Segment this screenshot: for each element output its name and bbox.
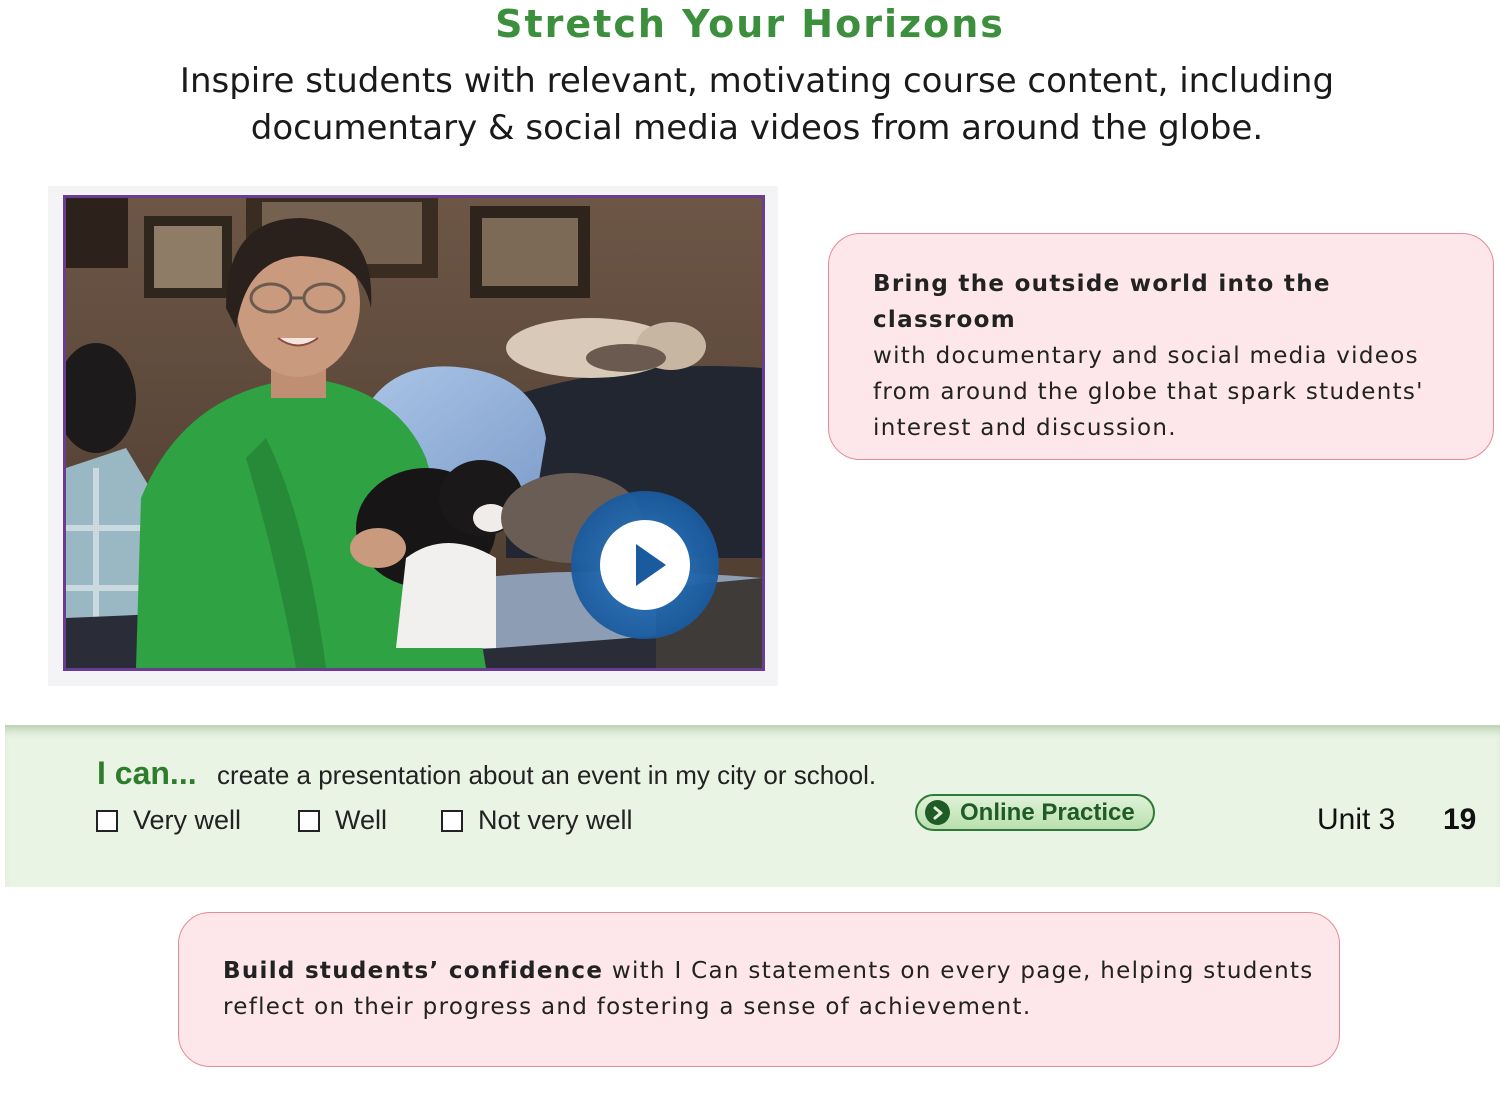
subtitle-line-1: Inspire students with relevant, motivati…	[179, 61, 1335, 101]
rating-not-very-well[interactable]: Not very well	[441, 805, 633, 836]
i-can-label: I can...	[97, 755, 197, 791]
i-can-heading: I can... create a presentation about an …	[97, 755, 876, 792]
rating-label: Well	[335, 805, 388, 835]
chevron-right-icon	[925, 800, 950, 825]
i-can-strip: I can... create a presentation about an …	[5, 725, 1500, 887]
rating-well[interactable]: Well	[298, 805, 387, 836]
callout-body: with documentary and social media videos…	[873, 343, 1424, 441]
unit-label: Unit 3	[1317, 803, 1396, 836]
online-practice-label: Online Practice	[960, 798, 1135, 826]
rating-label: Not very well	[478, 805, 633, 835]
play-button[interactable]	[570, 490, 720, 640]
video-thumbnail[interactable]	[48, 186, 778, 686]
play-icon	[571, 491, 719, 639]
checkbox-well[interactable]	[298, 809, 320, 832]
checkbox-not-very-well[interactable]	[441, 809, 463, 832]
page-title: Stretch Your Horizons	[495, 2, 1005, 46]
callout-heading: Bring the outside world into the classro…	[873, 271, 1331, 333]
online-practice-button[interactable]: Online Practice	[915, 794, 1155, 831]
page-subtitle: Inspire students with relevant, motivati…	[150, 58, 1364, 152]
i-can-statement: create a presentation about an event in …	[217, 760, 877, 790]
page-number: 19	[1443, 803, 1477, 836]
subtitle-line-2: documentary & social media videos from a…	[250, 108, 1264, 148]
callout-heading: Build students’ confidence	[223, 958, 604, 984]
video-feature-callout: Bring the outside world into the classro…	[828, 233, 1494, 460]
confidence-callout: Build students’ confidence with I Can st…	[178, 912, 1340, 1067]
rating-very-well[interactable]: Very well	[96, 805, 241, 836]
rating-label: Very well	[133, 805, 242, 835]
checkbox-very-well[interactable]	[96, 809, 118, 832]
